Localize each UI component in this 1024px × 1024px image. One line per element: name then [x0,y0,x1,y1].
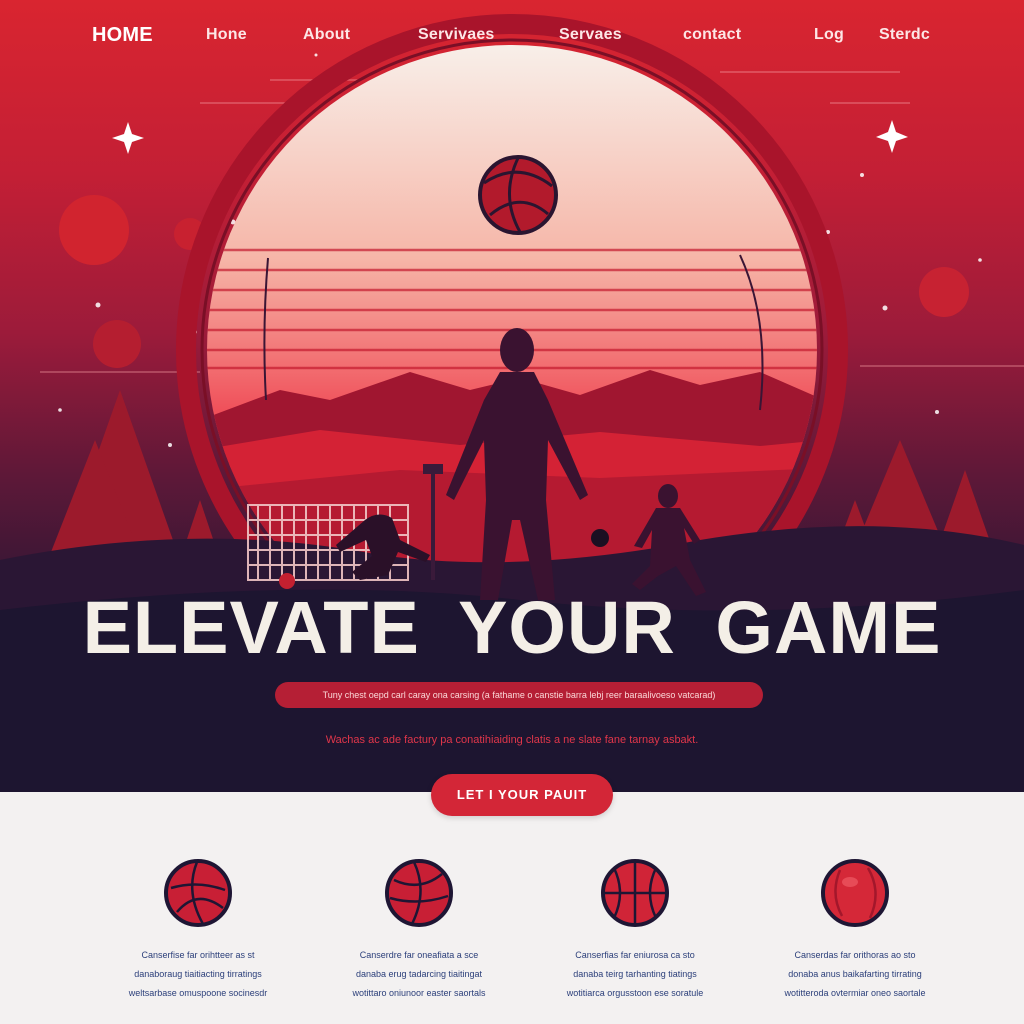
feature-card: Canserdas far orithoras ao sto donaba an… [755,840,955,1003]
feature-text-line: wotitiarca orgusstoon ese soratule [566,988,704,998]
hero-illustration [0,14,1024,792]
nav-item-log[interactable]: Log [814,26,844,44]
feature-text-line: Canserfise far orihtteer as st [141,950,255,960]
basketball-icon [601,859,669,927]
nav-item-services[interactable]: Servivaes [418,26,495,44]
nav-item-about[interactable]: About [303,26,350,44]
feature-text-line: Canserdre far oneafiata a sce [359,950,479,960]
feature-text-line: weltsarbase omuspoone socinesdr [128,988,268,998]
nav-home-brand[interactable]: HOME [92,24,153,47]
nav-item-home[interactable]: Hone [206,26,247,44]
top-nav: HOME Hone About Servivaes Servaes contac… [0,0,1024,72]
feature-card: Canserfise far orihtteer as st danaborau… [98,840,298,1003]
feature-text-line: wotittaro oniunoor easter saortals [352,988,486,998]
hero-tagline: Tuny chest oepd carl caray ona carsing (… [275,682,763,708]
cta-button[interactable]: LET I YOUR PAUIT [431,774,613,816]
feature-card: Canserfias far eniurosa ca sto danaba te… [535,840,735,1003]
feature-text-line: danaboraug tiaitiacting tirratings [134,969,262,979]
feature-text-line: Canserdas far orithoras ao sto [794,950,916,960]
feature-text-line: danaba teirg tarhanting tiatings [573,969,697,979]
volleyball-icon [385,859,453,927]
feature-text-line: wotitteroda ovtermiar oneo saortale [784,988,926,998]
ball-icon [821,859,889,927]
feature-text-line: Canserfias far eniurosa ca sto [575,950,695,960]
volleyball-icon [164,859,232,927]
hero-headline: ELEVATE YOUR GAME [82,586,942,669]
nav-item-contact[interactable]: contact [683,26,741,44]
feature-card: Canserdre far oneafiata a sce danaba eru… [319,840,519,1003]
feature-text-line: danaba erug tadarcing tiaitingat [355,969,483,979]
nav-item-store[interactable]: Sterdc [879,26,930,44]
nav-item-services-2[interactable]: Servaes [559,26,622,44]
hero-subtext: Wachas ac ade factury pa conatihiaiding … [325,734,699,746]
hero-section: HOME Hone About Servivaes Servaes contac… [0,0,1024,792]
feature-list: Canserfise far orihtteer as st danaborau… [0,840,1024,1024]
feature-text-line: donaba anus baikafarting tirrating [788,969,922,979]
